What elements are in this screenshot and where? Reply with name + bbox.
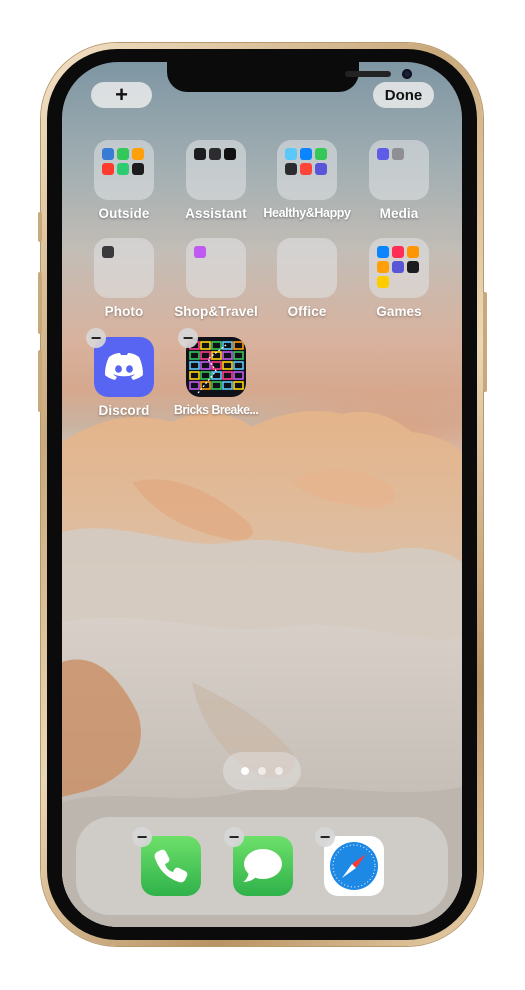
folder-icon bbox=[94, 140, 154, 200]
folder-photo[interactable]: Photo bbox=[79, 238, 169, 319]
folder-label: Media bbox=[379, 206, 419, 221]
folder-mini-app-icon bbox=[285, 163, 297, 175]
folder-games[interactable]: Games bbox=[354, 238, 444, 319]
discord-logo-icon bbox=[105, 353, 143, 380]
front-camera bbox=[402, 69, 412, 79]
remove-phone-icon[interactable]: − bbox=[132, 827, 152, 847]
remove-bricks-breaker-icon[interactable]: − bbox=[178, 328, 198, 348]
folder-mini-app-icon bbox=[315, 163, 327, 175]
folder-outside[interactable]: Outside bbox=[79, 140, 169, 221]
messages-icon bbox=[243, 849, 282, 882]
dock-app-phone[interactable] bbox=[141, 836, 201, 896]
folder-mini-app-icon bbox=[300, 148, 312, 160]
folder-icon bbox=[369, 238, 429, 298]
page-dot bbox=[241, 767, 249, 775]
app-bricks-breaker[interactable]: Bricks Breake... bbox=[171, 337, 261, 417]
add-widget-button[interactable]: + bbox=[91, 82, 152, 108]
folder-shop-travel[interactable]: Shop&Travel bbox=[171, 238, 261, 319]
folder-mini-app-icon bbox=[300, 163, 312, 175]
app-discord[interactable]: Discord bbox=[79, 337, 169, 418]
bricks-grid-icon bbox=[189, 341, 244, 394]
app-label: Discord bbox=[98, 403, 150, 418]
dock-app-safari[interactable] bbox=[324, 836, 384, 896]
folder-mini-app-icon bbox=[377, 148, 389, 160]
page-indicator[interactable] bbox=[223, 752, 301, 790]
folder-icon bbox=[186, 238, 246, 298]
folder-label: Office bbox=[287, 304, 327, 319]
folder-mini-app-icon bbox=[102, 163, 114, 175]
folder-icon bbox=[369, 140, 429, 200]
folder-mini-app-icon bbox=[132, 163, 144, 175]
folder-mini-app-icon bbox=[117, 163, 129, 175]
folder-media[interactable]: Media bbox=[354, 140, 444, 221]
folder-healthy-happy[interactable]: Healthy&Happy bbox=[262, 140, 352, 220]
folder-office[interactable]: Office bbox=[262, 238, 352, 319]
folder-mini-app-icon bbox=[377, 261, 389, 273]
folder-label: Shop&Travel bbox=[174, 304, 258, 319]
folder-mini-app-icon bbox=[102, 148, 114, 160]
folder-icon bbox=[94, 238, 154, 298]
folder-label: Assistant bbox=[185, 206, 247, 221]
folder-mini-app-icon bbox=[407, 246, 419, 258]
folder-mini-app-icon bbox=[392, 246, 404, 258]
safari-compass-icon bbox=[330, 842, 378, 890]
bricks-breaker-icon bbox=[186, 337, 246, 397]
remove-safari-icon[interactable]: − bbox=[315, 827, 335, 847]
page-dot bbox=[275, 767, 283, 775]
folder-mini-app-icon bbox=[377, 276, 389, 288]
folder-mini-app-icon bbox=[392, 148, 404, 160]
folder-mini-app-icon bbox=[377, 246, 389, 258]
power-button bbox=[483, 292, 487, 392]
folder-mini-app-icon bbox=[132, 148, 144, 160]
notch bbox=[167, 62, 412, 92]
folder-mini-app-icon bbox=[315, 148, 327, 160]
folder-mini-app-icon bbox=[194, 148, 206, 160]
folder-label: Healthy&Happy bbox=[263, 206, 351, 220]
phone-icon bbox=[154, 849, 188, 883]
folder-mini-app-icon bbox=[407, 261, 419, 273]
remove-discord-icon[interactable]: − bbox=[86, 328, 106, 348]
folder-mini-app-icon bbox=[209, 148, 221, 160]
done-button[interactable]: Done bbox=[373, 82, 434, 108]
folder-mini-app-icon bbox=[285, 148, 297, 160]
volume-down-button bbox=[38, 350, 42, 412]
folder-mini-app-icon bbox=[392, 261, 404, 273]
folder-icon bbox=[277, 238, 337, 298]
discord-icon bbox=[94, 337, 154, 397]
folder-assistant[interactable]: Assistant bbox=[171, 140, 261, 221]
mute-switch bbox=[38, 212, 42, 242]
dock-app-messages[interactable] bbox=[233, 836, 293, 896]
folder-icon bbox=[186, 140, 246, 200]
folder-mini-app-icon bbox=[224, 148, 236, 160]
folder-mini-app-icon bbox=[117, 148, 129, 160]
folder-label: Photo bbox=[104, 304, 144, 319]
home-screen: + Done Outside Assistant Healthy&Happy M… bbox=[62, 62, 462, 927]
folder-icon bbox=[277, 140, 337, 200]
folder-label: Outside bbox=[98, 206, 150, 221]
earpiece-speaker bbox=[345, 71, 391, 77]
remove-messages-icon[interactable]: − bbox=[224, 827, 244, 847]
page-dot bbox=[258, 767, 266, 775]
app-label: Bricks Breake... bbox=[173, 403, 259, 417]
folder-mini-app-icon bbox=[102, 246, 114, 258]
folder-mini-app-icon bbox=[194, 246, 206, 258]
volume-up-button bbox=[38, 272, 42, 334]
folder-label: Games bbox=[376, 304, 422, 319]
